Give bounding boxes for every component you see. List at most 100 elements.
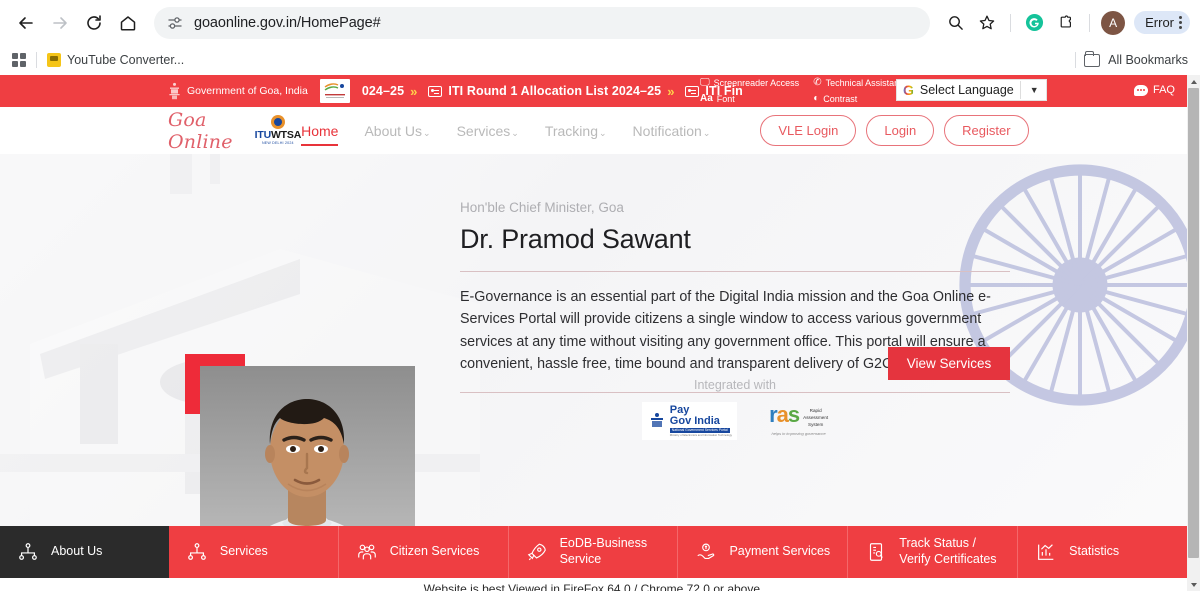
marquee-arrow-1: » [667, 83, 674, 99]
font-size-option[interactable]: Aa Font [700, 94, 799, 105]
zoom-search-icon[interactable] [940, 8, 970, 38]
nav-item-services[interactable]: Services⌄ [457, 123, 519, 139]
gov-label-text: Government of Goa, India [187, 85, 308, 97]
scrollbar-thumb[interactable] [1188, 88, 1199, 558]
chevron-down-icon[interactable]: ▼ [1027, 85, 1042, 95]
nav-label-home: Home [301, 122, 339, 139]
apps-grid-icon[interactable] [12, 53, 26, 67]
home-button[interactable] [112, 7, 144, 39]
org-chart-icon-2 [185, 540, 209, 564]
ituwtsa-logo[interactable]: ITUWTSA NEW DELHI 2024 [255, 115, 301, 146]
address-bar[interactable]: goaonline.gov.in/HomePage# [154, 6, 931, 39]
all-bookmarks-group[interactable]: All Bookmarks [1075, 50, 1188, 68]
people-group-icon [355, 540, 379, 564]
service-item-services[interactable]: Services [168, 526, 339, 578]
hero-divider-top [460, 271, 1010, 272]
service-label-services: Services [219, 544, 268, 559]
integration-logos: Pay Gov India National Government Servic… [460, 402, 1010, 441]
marquee-text-1: ITI Round 1 Allocation List 2024–25 [448, 84, 662, 98]
browser-toolbar: goaonline.gov.in/HomePage# A Error [0, 0, 1200, 45]
chevron-down-icon-tracking: ⌄ [599, 127, 607, 138]
goa-online-logo[interactable]: Goa Online goa [168, 108, 233, 159]
screenreader-label: Screenreader Access [713, 78, 800, 88]
ras-description: Rapid Assessment System [803, 407, 829, 427]
reload-button[interactable] [78, 7, 110, 39]
chevron-down-icon-notification: ⌄ [702, 127, 711, 138]
nav-label-notification: Notification [632, 122, 702, 139]
nav-label-services: Services [456, 122, 511, 139]
brand-primary-text: Goa Online [168, 108, 233, 153]
brand-logos[interactable]: Goa Online goa ITUWTSA NEW DELHI 2024 [168, 108, 301, 159]
error-label: Error [1145, 15, 1174, 30]
paygov-india-logo[interactable]: Pay Gov India National Government Servic… [641, 402, 738, 441]
ras-tagline: helps in improving governance [771, 431, 826, 437]
service-item-citizen-services[interactable]: Citizen Services [338, 526, 509, 578]
chat-bubble-icon [1133, 84, 1148, 96]
page-content: Government of Goa, India 024–25 » ITI Ro… [0, 75, 1187, 591]
service-item-track-status[interactable]: Track Status / Verify Certificates [848, 526, 1019, 578]
language-label: Select Language [919, 83, 1014, 97]
chevron-down-icon-about: ⌄ [423, 127, 431, 138]
service-item-payment-services[interactable]: Payment Services [678, 526, 849, 578]
scroll-up-arrow[interactable] [1187, 75, 1200, 88]
error-indicator[interactable]: Error [1134, 11, 1190, 34]
back-button[interactable] [10, 7, 42, 39]
rapid-assessment-system-logo[interactable]: ras Rapid Assessment System helps in imp… [769, 403, 829, 437]
faq-label: FAQ [1152, 84, 1175, 96]
marquee-item-1[interactable]: ITI Round 1 Allocation List 2024–25 » [428, 83, 674, 99]
nav-item-about-us[interactable]: About Us⌄ [364, 123, 430, 139]
site-settings-icon[interactable] [166, 14, 184, 32]
government-top-bar: Government of Goa, India 024–25 » ITI Ro… [0, 75, 1187, 107]
nav-item-tracking[interactable]: Tracking⌄ [545, 123, 607, 139]
contrast-icon: ◐ [813, 93, 820, 104]
grammarly-extension-icon[interactable] [1019, 8, 1049, 38]
vle-login-button[interactable]: VLE Login [760, 115, 857, 146]
faq-button[interactable]: FAQ [1133, 84, 1175, 96]
emblem-icon [650, 413, 663, 428]
language-selector[interactable]: G Select Language ▼ [896, 79, 1047, 101]
google-translate-icon: G [903, 82, 914, 98]
nav-label-tracking: Tracking [544, 122, 598, 139]
service-item-statistics[interactable]: Statistics [1018, 526, 1187, 578]
technical-assistance-option[interactable]: ✆ Technical Assistance [813, 78, 909, 89]
avatar-initial: A [1101, 10, 1126, 35]
integrated-with-label: Integrated with [694, 378, 776, 392]
register-button[interactable]: Register [944, 115, 1029, 146]
toolbar-divider [1010, 13, 1012, 32]
wtsa-text: WTSA [270, 129, 302, 142]
document-search-icon [864, 540, 888, 564]
contrast-option[interactable]: ◐ Contrast [813, 93, 909, 105]
ashoka-chakra-small-icon [270, 115, 285, 130]
bookmark-item-youtube-converter[interactable]: YouTube Converter... [47, 53, 184, 67]
view-services-button[interactable]: View Services [888, 347, 1010, 380]
extensions-puzzle-icon[interactable] [1051, 8, 1081, 38]
service-item-eodb-business-service[interactable]: EoDB-Business Service [508, 526, 679, 578]
chief-minister-portrait [200, 366, 415, 526]
forward-button[interactable] [44, 7, 76, 39]
hand-coin-icon [694, 540, 718, 564]
page-scrollbar[interactable] [1187, 75, 1200, 591]
nav-item-notification[interactable]: Notification⌄ [633, 123, 711, 139]
scroll-down-arrow[interactable] [1187, 578, 1200, 591]
service-item-about-us[interactable]: About Us [0, 526, 169, 578]
kebab-menu-icon[interactable] [1179, 16, 1182, 29]
language-divider [1019, 81, 1021, 99]
org-chart-icon [16, 540, 40, 564]
hero-eyebrow: Hon'ble Chief Minister, Goa [460, 200, 624, 215]
bookmarks-divider [36, 52, 37, 68]
login-button[interactable]: Login [866, 115, 935, 146]
main-navigation: Home About Us⌄ Services⌄ Tracking⌄ Notif… [301, 115, 1029, 146]
hero-inner: Hon'ble Chief Minister, Goa Dr. Pramod S… [0, 154, 1187, 526]
screenreader-access-option[interactable]: 🖵 Screenreader Access [700, 78, 800, 89]
url-text[interactable]: goaonline.gov.in/HomePage# [194, 15, 381, 31]
avatar[interactable]: A [1098, 8, 1128, 38]
service-label-eodb: EoDB-Business Service [559, 536, 648, 566]
site-navbar: Goa Online goa ITUWTSA NEW DELHI 2024 Ho… [0, 107, 1187, 159]
bookmark-star-icon[interactable] [972, 8, 1002, 38]
nav-item-home[interactable]: Home [301, 122, 339, 146]
marquee-item-0[interactable]: 024–25 » [362, 84, 418, 99]
folder-icon [1084, 50, 1101, 67]
azadi-ka-amrit-mahotsav-logo [319, 79, 350, 103]
rocket-icon [525, 540, 549, 564]
nav-label-about-us: About Us [364, 122, 423, 139]
